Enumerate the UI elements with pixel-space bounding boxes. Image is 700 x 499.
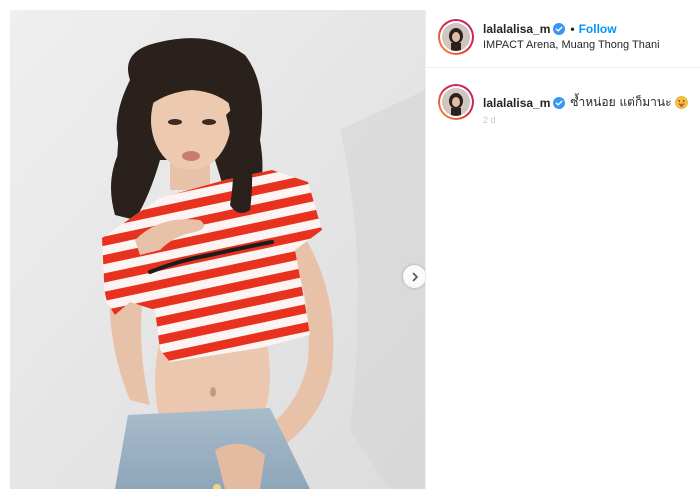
instagram-post: lalalalisa_m • Follow IMPACT Arena, Muan…	[0, 0, 700, 499]
comment-story-ring[interactable]	[438, 84, 474, 120]
post-timestamp: 2 d	[483, 115, 496, 125]
post-side-panel: lalalalisa_m • Follow IMPACT Arena, Muan…	[425, 10, 700, 489]
location-link[interactable]: IMPACT Arena, Muang Thong Thani	[483, 39, 660, 51]
post-media[interactable]	[10, 10, 425, 489]
chevron-right-icon	[412, 272, 418, 281]
tongue-out-face-icon	[674, 96, 688, 109]
separator-dot: •	[570, 22, 575, 36]
story-ring[interactable]	[438, 19, 474, 55]
follow-button[interactable]: Follow	[579, 22, 617, 36]
avatar	[442, 23, 470, 51]
caption-text: ซ้ำหน่อย แต่ก็มานะ	[570, 95, 672, 109]
next-image-button[interactable]	[403, 265, 425, 288]
verified-badge-icon	[553, 96, 566, 109]
post-photo	[10, 10, 425, 489]
comment-avatar	[442, 88, 470, 116]
username-link[interactable]: lalalalisa_m	[483, 22, 550, 36]
verified-badge-icon	[553, 23, 566, 35]
post-header: lalalalisa_m • Follow IMPACT Arena, Muan…	[426, 10, 700, 68]
comment-username-link[interactable]: lalalalisa_m	[483, 96, 550, 110]
